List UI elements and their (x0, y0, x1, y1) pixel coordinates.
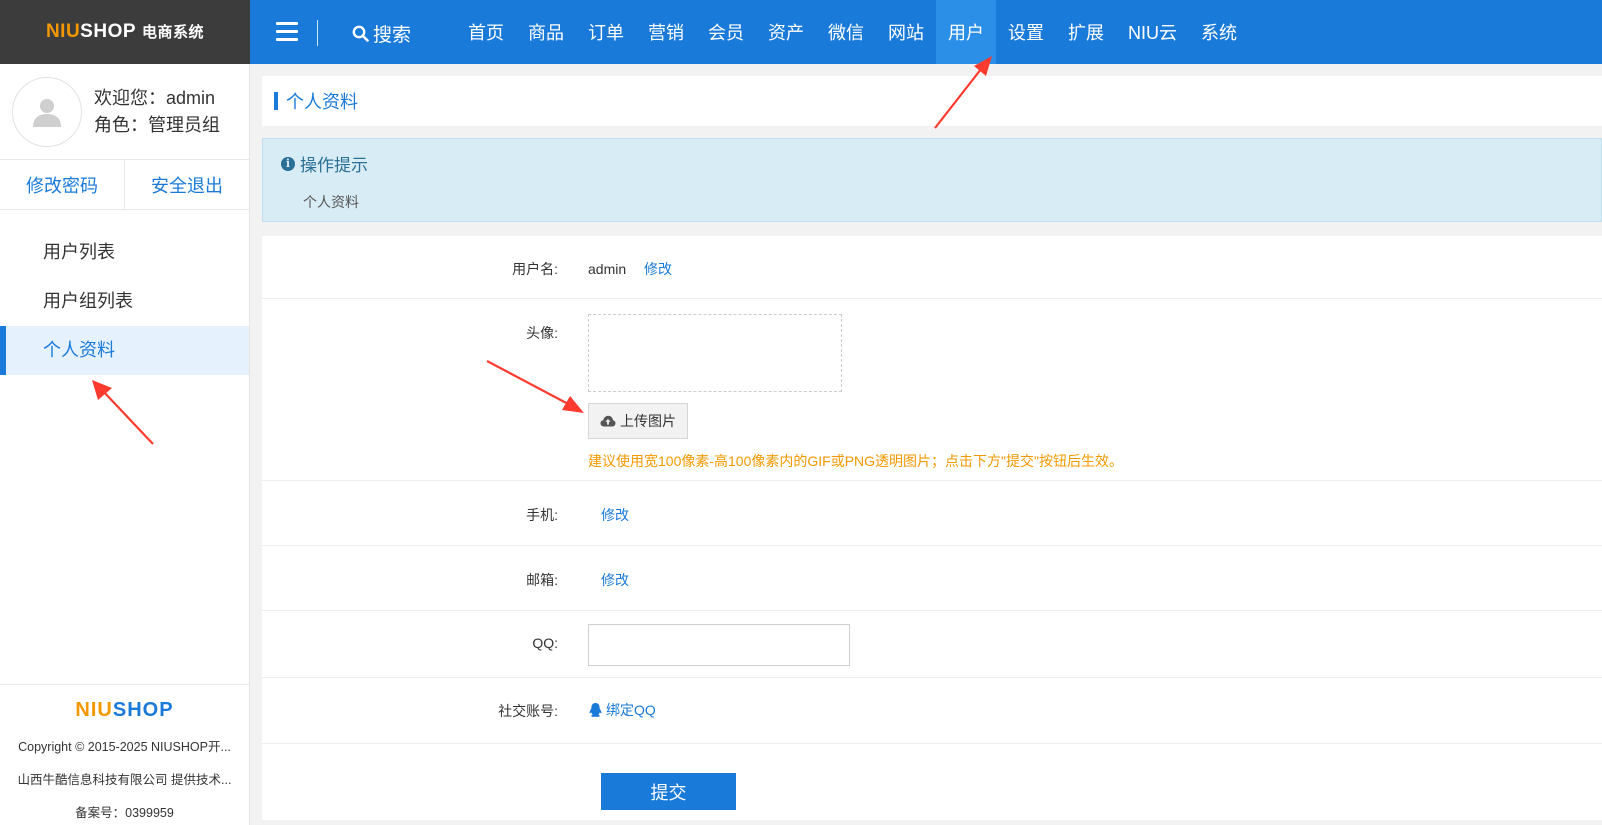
avatar-hint: 建议使用宽100像素-高100像素内的GIF或PNG透明图片；点击下方"提交"按… (588, 453, 1123, 469)
avatar-preview (588, 314, 842, 392)
main-content: 个人资料 i 操作提示 个人资料 用户名: admin 修改 头像: 上传图片 … (262, 76, 1602, 820)
sidebar: 欢迎您：admin 角色：管理员组 修改密码 安全退出 用户列表 用户组列表 个… (0, 64, 250, 825)
role-text: 角色：管理员组 (94, 114, 220, 135)
nav-wechat[interactable]: 微信 (816, 0, 876, 64)
nav-assets[interactable]: 资产 (756, 0, 816, 64)
social-label: 社交账号: (498, 703, 558, 719)
email-label: 邮箱: (526, 572, 558, 588)
main-nav: 首页 商品 订单 营销 会员 资产 微信 网站 用户 设置 扩展 NIU云 系统 (456, 0, 1249, 64)
title-marker (274, 92, 278, 110)
nav-extensions[interactable]: 扩展 (1056, 0, 1116, 64)
top-navbar: NIUSHOP 电商系统 搜索 首页 商品 订单 营销 会员 资产 微信 网站 用… (0, 0, 1602, 64)
brand-logo[interactable]: NIUSHOP 电商系统 (0, 0, 250, 64)
page-title: 个人资料 (286, 92, 358, 112)
tips-title: 操作提示 (300, 156, 368, 175)
nav-system[interactable]: 系统 (1189, 0, 1249, 64)
phone-label: 手机: (526, 507, 558, 523)
email-row: 邮箱: 修改 (262, 546, 1602, 611)
sidebar-footer: NIUSHOP Copyright © 2015-2025 NIUSHOP开..… (0, 684, 249, 821)
brand-logo-text: NIUSHOP 电商系统 (45, 21, 205, 42)
tips-header: i 操作提示 (281, 151, 1583, 176)
nav-website[interactable]: 网站 (876, 0, 936, 64)
search-label: 搜索 (373, 24, 412, 46)
nav-home[interactable]: 首页 (456, 0, 516, 64)
sidebar-item-user-group-list[interactable]: 用户组列表 (0, 277, 249, 326)
nav-marketing[interactable]: 营销 (636, 0, 696, 64)
change-password-link[interactable]: 修改密码 (0, 160, 125, 209)
upload-image-label: 上传图片 (620, 413, 676, 429)
sidebar-item-user-list[interactable]: 用户列表 (0, 228, 249, 277)
tips-body: 个人资料 (303, 194, 359, 210)
submit-button[interactable]: 提交 (601, 773, 736, 810)
profile-form: 用户名: admin 修改 头像: 上传图片 建议使用宽100像素-高100像素… (262, 236, 1602, 820)
user-text: 欢迎您：admin 角色：管理员组 (94, 85, 220, 139)
user-icon (33, 98, 61, 127)
qq-row: QQ: (262, 611, 1602, 678)
username-row: 用户名: admin 修改 (262, 236, 1602, 299)
bind-qq-label: 绑定QQ (606, 702, 656, 718)
qq-label: QQ: (532, 635, 558, 651)
user-info: 欢迎您：admin 角色：管理员组 (0, 64, 249, 160)
upload-image-button[interactable]: 上传图片 (588, 403, 688, 439)
logout-link[interactable]: 安全退出 (125, 160, 249, 209)
phone-row: 手机: 修改 (262, 481, 1602, 546)
social-row: 社交账号: 绑定QQ (262, 678, 1602, 744)
cloud-upload-icon (600, 415, 616, 427)
username-label: 用户名: (512, 261, 558, 277)
nav-orders[interactable]: 订单 (576, 0, 636, 64)
navbar-divider (317, 20, 318, 46)
qq-input[interactable] (588, 624, 850, 666)
edit-phone-link[interactable]: 修改 (601, 505, 629, 525)
bind-qq-link[interactable]: 绑定QQ (588, 700, 656, 720)
operation-tips: i 操作提示 个人资料 (262, 138, 1602, 222)
nav-settings[interactable]: 设置 (996, 0, 1056, 64)
page-title-bar: 个人资料 (262, 76, 1602, 126)
nav-users[interactable]: 用户 (936, 0, 996, 64)
copyright-text: Copyright © 2015-2025 NIUSHOP开... (18, 740, 231, 754)
icp-text: 备案号：0399959 (75, 806, 174, 820)
info-icon: i (281, 156, 295, 171)
search-icon (352, 25, 369, 42)
sidebar-menu: 用户列表 用户组列表 个人资料 (0, 228, 249, 375)
nav-goods[interactable]: 商品 (516, 0, 576, 64)
user-actions: 修改密码 安全退出 (0, 160, 249, 210)
menu-toggle-icon[interactable] (276, 22, 298, 42)
username-value: admin (588, 261, 627, 277)
edit-username-link[interactable]: 修改 (644, 261, 672, 277)
qq-icon (589, 703, 602, 717)
edit-email-link[interactable]: 修改 (601, 570, 629, 590)
search-button[interactable]: 搜索 (352, 20, 411, 46)
username-value-group: admin 修改 (588, 259, 672, 279)
avatar-label: 头像: (526, 325, 558, 341)
sidebar-item-profile[interactable]: 个人资料 (0, 326, 249, 375)
nav-members[interactable]: 会员 (696, 0, 756, 64)
welcome-text: 欢迎您：admin (94, 87, 216, 108)
avatar (12, 76, 82, 147)
provider-text: 山西牛酷信息科技有限公司 提供技术... (17, 773, 232, 787)
nav-niu-cloud[interactable]: NIU云 (1116, 0, 1189, 64)
footer-logo: NIUSHOP (75, 699, 174, 721)
